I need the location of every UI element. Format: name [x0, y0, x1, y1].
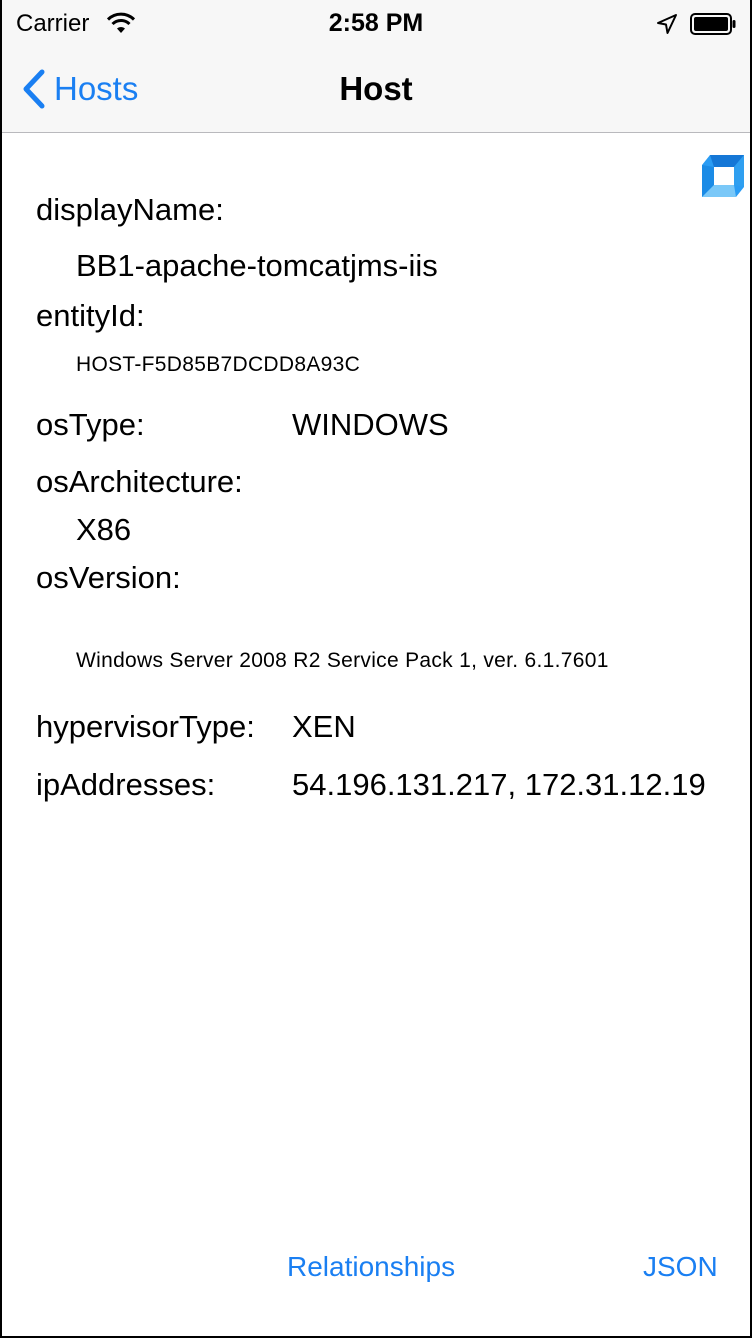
json-button[interactable]: JSON: [643, 1251, 718, 1283]
dynatrace-logo-icon[interactable]: [700, 153, 746, 199]
app-frame: Carrier 2:58 PM Hosts Host displayName: …: [0, 0, 752, 1338]
ip-addresses-value: 54.196.131.217, 172.31.12.19: [292, 767, 706, 802]
os-type-label: osType:: [36, 407, 145, 442]
page-title: Host: [339, 70, 413, 107]
ip-addresses-label: ipAddresses:: [36, 767, 216, 802]
location-arrow-icon: [657, 14, 677, 34]
os-architecture-label: osArchitecture:: [36, 464, 243, 499]
status-time: 2:58 PM: [328, 9, 424, 37]
entity-id-value: HOST-F5D85B7DCDD8A93C: [76, 353, 361, 376]
os-architecture-value: X86: [76, 512, 132, 547]
relationships-button[interactable]: Relationships: [287, 1251, 455, 1283]
os-version-value: Windows Server 2008 R2 Service Pack 1, v…: [76, 649, 609, 672]
display-name-value: BB1-apache-tomcatjms-iis: [76, 248, 438, 283]
entity-id-label: entityId:: [36, 298, 145, 333]
os-version-label: osVersion:: [36, 560, 181, 595]
status-bar: Carrier 2:58 PM: [2, 0, 750, 50]
navigation-bar: Hosts Host: [2, 50, 750, 133]
hypervisor-type-value: XEN: [292, 709, 356, 744]
battery-icon: [690, 13, 736, 35]
host-details: displayName: BB1-apache-tomcatjms-iis en…: [2, 133, 750, 1336]
hypervisor-type-label: hypervisorType:: [36, 709, 255, 744]
os-type-value: WINDOWS: [292, 407, 449, 442]
display-name-label: displayName:: [36, 192, 224, 227]
